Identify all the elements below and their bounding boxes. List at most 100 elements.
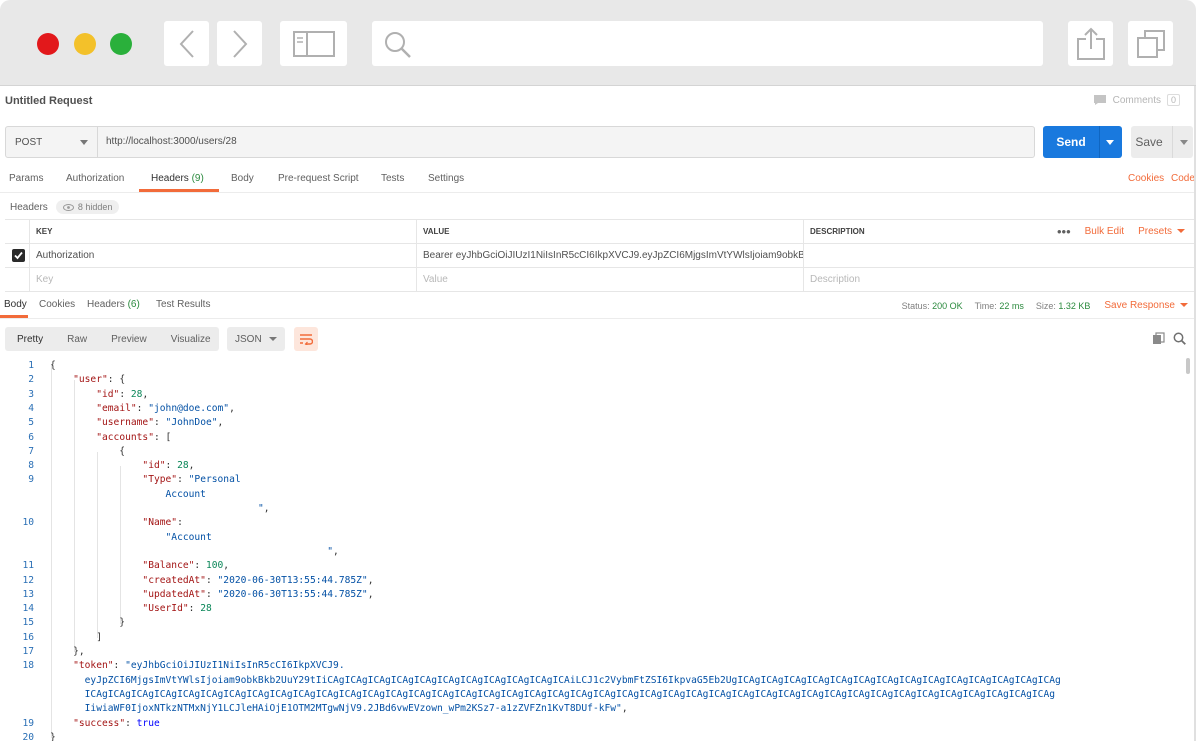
- close-window-button[interactable]: [37, 33, 59, 55]
- table-row-new: Key Value Description: [5, 268, 1195, 292]
- code-line: ICAgICAgICAgICAgICAgICAgICAgICAgICAgICAg…: [0, 689, 1186, 703]
- code-text: "id": 28,: [142, 460, 195, 472]
- code-text: "createdAt": "2020-06-30T13:55:44.785Z",: [142, 574, 374, 586]
- time-value: 22 ms: [999, 300, 1024, 311]
- forward-button[interactable]: [217, 21, 262, 66]
- code-link[interactable]: Code: [1171, 173, 1195, 184]
- code-text: "Account: [165, 531, 212, 543]
- header-value-field[interactable]: Bearer eyJhbGciOiJIUzI1NiIsInR5cCI6IkpXV…: [416, 244, 803, 267]
- header-key-field[interactable]: Authorization: [29, 244, 416, 267]
- visualize-button[interactable]: Visualize: [159, 327, 223, 351]
- new-value-field[interactable]: Value: [416, 268, 803, 291]
- code-line: 1{: [0, 360, 1186, 374]
- code-text: {: [50, 360, 56, 371]
- tab-headers[interactable]: Headers (9): [151, 173, 204, 184]
- url-input[interactable]: http://localhost:3000/users/28: [98, 127, 237, 157]
- caret-down-icon: [80, 139, 88, 145]
- line-number: 13: [22, 588, 34, 600]
- line-number: 3: [28, 388, 34, 400]
- response-tab-cookies[interactable]: Cookies: [39, 299, 75, 310]
- tab-body[interactable]: Body: [231, 173, 254, 184]
- hidden-headers-toggle[interactable]: 8 hidden: [55, 200, 120, 214]
- code-text: },: [50, 646, 85, 657]
- code-line: Account: [0, 489, 1186, 503]
- line-number: 8: [28, 460, 34, 472]
- preview-button[interactable]: Preview: [99, 327, 159, 351]
- line-number: 16: [22, 631, 34, 643]
- save-button[interactable]: Save: [1131, 126, 1193, 158]
- response-tab-test-results[interactable]: Test Results: [156, 299, 210, 310]
- save-response-dropdown[interactable]: Save Response: [1104, 300, 1188, 311]
- line-number: 15: [22, 617, 34, 629]
- line-number: 4: [28, 402, 34, 414]
- line-number: 20: [22, 731, 34, 741]
- line-number: 2: [28, 374, 34, 386]
- code-text: "Balance": 100,: [142, 560, 230, 572]
- tab-tests[interactable]: Tests: [381, 173, 404, 184]
- url-bar: POST http://localhost:3000/users/28: [5, 126, 1035, 158]
- tab-settings[interactable]: Settings: [428, 173, 464, 184]
- format-value: JSON: [235, 333, 262, 345]
- zoom-window-button[interactable]: [110, 33, 132, 55]
- share-button[interactable]: [1068, 21, 1113, 66]
- send-options-caret-icon[interactable]: [1106, 139, 1114, 145]
- address-bar[interactable]: [372, 21, 1043, 66]
- line-number: 11: [22, 560, 34, 572]
- vertical-scrollbar[interactable]: [1186, 358, 1190, 374]
- code-text: Account: [165, 488, 206, 500]
- line-number: 17: [22, 646, 34, 657]
- code-text: "username": "JohnDoe",: [96, 417, 224, 429]
- caret-down-icon: [269, 337, 277, 341]
- caret-down-icon: [1180, 303, 1188, 308]
- active-tab-indicator: [139, 189, 219, 192]
- code-line: 14 "UserId": 28: [0, 603, 1186, 617]
- line-number: 19: [22, 717, 34, 729]
- method-select[interactable]: POST: [6, 127, 98, 157]
- code-text: "email": "john@doe.com",: [96, 402, 235, 414]
- response-body-viewer[interactable]: 1{2 "user": {3 "id": 28, 4 "email": "john…: [0, 358, 1186, 741]
- new-key-field[interactable]: Key: [29, 268, 416, 291]
- code-text: {: [50, 445, 126, 457]
- back-button[interactable]: [164, 21, 209, 66]
- response-tab-headers[interactable]: Headers (6): [87, 299, 140, 310]
- save-options-caret-icon[interactable]: [1180, 139, 1188, 145]
- more-options-icon[interactable]: •••: [1057, 224, 1071, 239]
- table-row: Authorization Bearer eyJhbGciOiJIUzI1NiI…: [5, 244, 1195, 268]
- raw-button[interactable]: Raw: [55, 327, 99, 351]
- send-button[interactable]: Send: [1043, 126, 1122, 158]
- column-key: KEY: [29, 220, 416, 243]
- format-select[interactable]: JSON: [227, 327, 285, 351]
- code-line: 5 "username": "JohnDoe",: [0, 417, 1186, 431]
- checkmark-icon: [14, 251, 23, 260]
- presets-dropdown[interactable]: Presets: [1138, 226, 1185, 237]
- copy-icon[interactable]: [1152, 332, 1165, 348]
- response-tab-body[interactable]: Body: [4, 299, 27, 310]
- method-value: POST: [15, 136, 43, 148]
- code-text: "accounts": [: [96, 431, 172, 443]
- cookies-link[interactable]: Cookies: [1128, 173, 1164, 184]
- code-text: IiwiaWF0IjoxNTkzNTMxNjY1LCJleHAiOjE1OTM2…: [84, 703, 628, 715]
- sidebar-toggle-button[interactable]: [280, 21, 347, 66]
- line-number: 10: [22, 517, 34, 529]
- comments-button[interactable]: Comments 0: [1093, 94, 1180, 106]
- code-text: "user": {: [73, 374, 126, 386]
- response-tabs: Body Cookies Headers (6) Test Results St…: [0, 293, 1196, 319]
- new-description-field[interactable]: Description: [803, 268, 1195, 291]
- line-number: 1: [28, 360, 34, 371]
- bulk-edit-link[interactable]: Bulk Edit: [1085, 226, 1124, 237]
- code-line: 15 }: [0, 617, 1186, 631]
- code-line: 18 "token": "eyJhbGciOiJIUzI1NiIsInR5cCI…: [0, 660, 1186, 674]
- header-enabled-checkbox[interactable]: [12, 249, 25, 262]
- request-title[interactable]: Untitled Request: [5, 95, 92, 107]
- minimize-window-button[interactable]: [74, 33, 96, 55]
- tab-authorization[interactable]: Authorization: [66, 173, 124, 184]
- wrap-lines-button[interactable]: [294, 327, 318, 351]
- code-text: "UserId": 28: [142, 603, 212, 615]
- code-text: ",: [327, 545, 339, 557]
- pretty-button[interactable]: Pretty: [5, 327, 55, 351]
- header-description-field[interactable]: [803, 244, 1195, 267]
- search-response-icon[interactable]: [1173, 332, 1186, 348]
- tabs-button[interactable]: [1128, 21, 1173, 66]
- tab-prerequest-script[interactable]: Pre-request Script: [278, 173, 359, 184]
- tab-params[interactable]: Params: [9, 173, 43, 184]
